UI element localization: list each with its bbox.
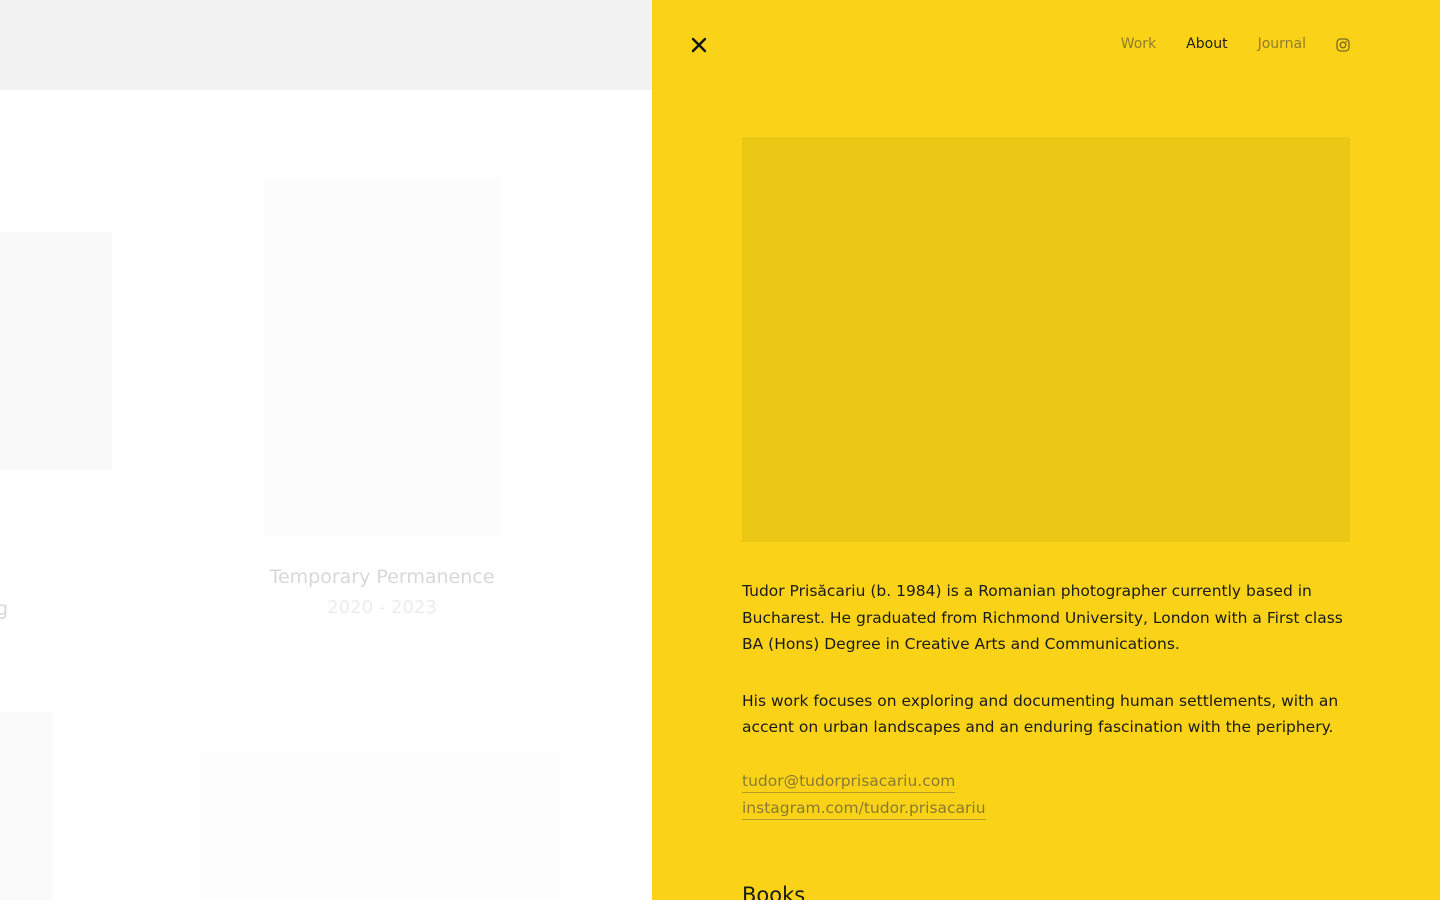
books-heading: Books (742, 883, 806, 900)
project-title-partial: g (0, 598, 9, 620)
gallery-thumbnail[interactable] (264, 178, 500, 536)
nav-work[interactable]: Work (1121, 34, 1156, 54)
instagram-link[interactable]: instagram.com/tudor.prisacariu (742, 798, 986, 820)
gallery-background: g Temporary Permanence 2020 - 2023 (0, 0, 652, 900)
gallery-thumbnail[interactable] (200, 752, 560, 900)
nav-about[interactable]: About (1186, 34, 1227, 54)
bio-text: Tudor Prisăcariu (b. 1984) is a Romanian… (742, 578, 1357, 771)
bio-paragraph: His work focuses on exploring and docume… (742, 691, 1339, 737)
main-nav: Work About Journal (1091, 34, 1350, 54)
close-icon (691, 37, 707, 53)
project-title[interactable]: Temporary Permanence (264, 566, 500, 588)
gallery-thumbnail[interactable] (0, 712, 52, 900)
project-years: 2020 - 2023 (327, 597, 437, 618)
about-panel: Work About Journal Tudor Prisăcariu (b. … (652, 0, 1440, 900)
gallery-header-bar (0, 0, 652, 90)
contact-links: tudor@tudorprisacariu.com instagram.com/… (742, 771, 986, 825)
close-button[interactable] (688, 34, 710, 56)
bio-paragraph: Tudor Prisăcariu (b. 1984) is a Romanian… (742, 582, 1343, 653)
gallery-thumbnail[interactable] (0, 232, 112, 470)
instagram-icon[interactable] (1336, 37, 1350, 52)
email-link[interactable]: tudor@tudorprisacariu.com (742, 771, 956, 793)
portrait-photo (742, 137, 1350, 542)
nav-journal[interactable]: Journal (1258, 34, 1306, 54)
